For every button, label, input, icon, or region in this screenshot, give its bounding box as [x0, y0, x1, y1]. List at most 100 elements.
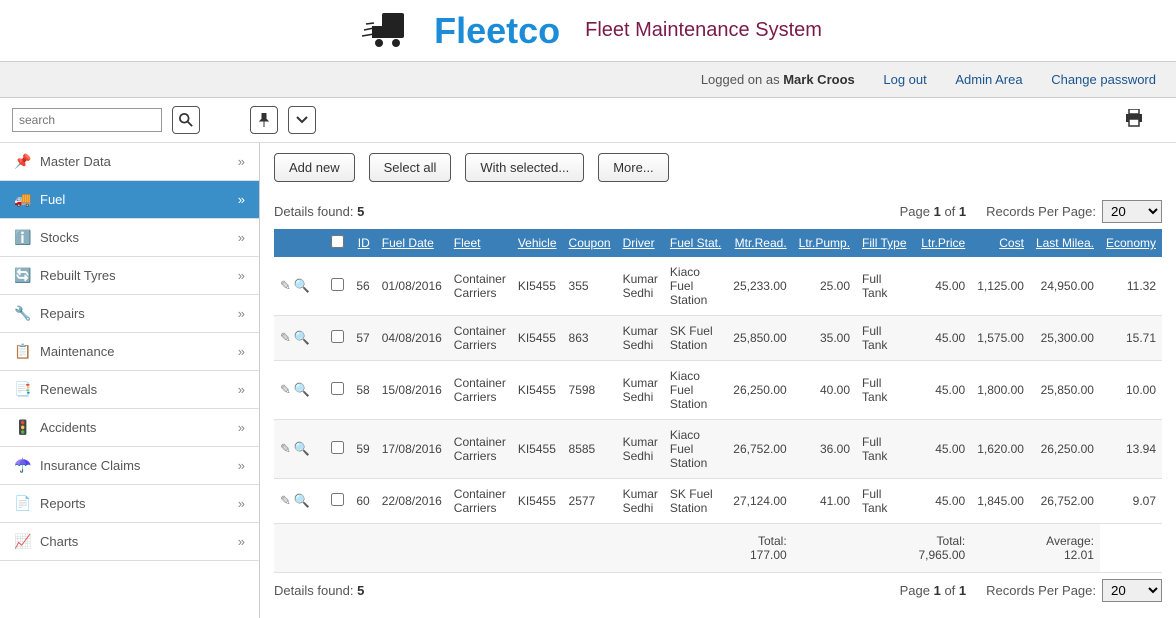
sidebar-item-stocks[interactable]: ℹ️Stocks»	[0, 219, 259, 257]
row-checkbox[interactable]	[331, 330, 344, 343]
sidebar-item-fuel[interactable]: 🚚Fuel»	[0, 181, 259, 219]
print-button[interactable]	[1124, 109, 1144, 132]
view-icon[interactable]: 🔍	[294, 441, 310, 456]
sidebar-icon: ☂️	[14, 457, 32, 474]
search-icon	[179, 113, 193, 127]
col-fill-type[interactable]: Fill Type	[856, 229, 912, 257]
cell-ltr-price: 45.00	[913, 479, 972, 524]
cell-mtr-read: 25,850.00	[727, 316, 792, 361]
cell-ltr-pump: 35.00	[793, 316, 856, 361]
edit-icon[interactable]: ✎	[280, 382, 291, 397]
view-icon[interactable]: 🔍	[294, 330, 310, 345]
search-button[interactable]	[172, 106, 200, 134]
totals-row: Total:177.00Total:7,965.00Average:12.01	[274, 524, 1162, 573]
cell-economy: 15.71	[1100, 316, 1162, 361]
chevron-right-icon: »	[238, 268, 245, 283]
add-new-button[interactable]: Add new	[274, 153, 355, 182]
cell-driver: Kumar Sedhi	[617, 479, 664, 524]
cell-fuel-stat: Kiaco Fuel Station	[664, 361, 727, 420]
cell-vehicle: KI5455	[512, 257, 563, 316]
col-driver[interactable]: Driver	[617, 229, 664, 257]
chevron-right-icon: »	[238, 192, 245, 207]
select-all-button[interactable]: Select all	[369, 153, 452, 182]
sidebar-item-insurance-claims[interactable]: ☂️Insurance Claims»	[0, 447, 259, 485]
logo-text: Fleetco	[434, 10, 560, 52]
pin-button[interactable]	[250, 106, 278, 134]
cell-economy: 13.94	[1100, 420, 1162, 479]
col-cost[interactable]: Cost	[971, 229, 1030, 257]
logout-link[interactable]: Log out	[883, 72, 926, 87]
search-input[interactable]	[12, 108, 162, 132]
change-password-link[interactable]: Change password	[1051, 72, 1156, 87]
cell-economy: 9.07	[1100, 479, 1162, 524]
cell-ltr-pump: 40.00	[793, 361, 856, 420]
sidebar-item-reports[interactable]: 📄Reports»	[0, 485, 259, 523]
col-coupon[interactable]: Coupon	[563, 229, 617, 257]
sidebar-item-rebuilt-tyres[interactable]: 🔄Rebuilt Tyres»	[0, 257, 259, 295]
sidebar-item-charts[interactable]: 📈Charts»	[0, 523, 259, 561]
info-bar-bottom: Details found: 5 Page 1 of 1 Records Per…	[274, 573, 1162, 608]
col-ltr-price[interactable]: Ltr.Price	[913, 229, 972, 257]
admin-area-link[interactable]: Admin Area	[955, 72, 1022, 87]
sidebar-item-label: Master Data	[40, 154, 238, 169]
select-all-checkbox[interactable]	[331, 235, 344, 248]
row-checkbox[interactable]	[331, 493, 344, 506]
col-fuel-stat[interactable]: Fuel Stat.	[664, 229, 727, 257]
sidebar-icon: 🔧	[14, 305, 32, 322]
sidebar-icon: 📌	[14, 153, 32, 170]
chevron-right-icon: »	[238, 230, 245, 245]
cell-economy: 10.00	[1100, 361, 1162, 420]
cell-driver: Kumar Sedhi	[617, 361, 664, 420]
view-icon[interactable]: 🔍	[294, 382, 310, 397]
cell-id: 60	[350, 479, 375, 524]
cell-fuel-date: 04/08/2016	[376, 316, 448, 361]
cell-mtr-read: 26,250.00	[727, 361, 792, 420]
table-row: ✎🔍 56 01/08/2016 Container Carriers KI54…	[274, 257, 1162, 316]
col-mtr-read[interactable]: Mtr.Read.	[727, 229, 792, 257]
edit-icon[interactable]: ✎	[280, 441, 291, 456]
cell-vehicle: KI5455	[512, 361, 563, 420]
chevron-right-icon: »	[238, 382, 245, 397]
sidebar-item-master-data[interactable]: 📌Master Data»	[0, 143, 259, 181]
cell-driver: Kumar Sedhi	[617, 316, 664, 361]
records-per-page-select-bottom[interactable]: 20	[1102, 579, 1162, 602]
sidebar-item-repairs[interactable]: 🔧Repairs»	[0, 295, 259, 333]
sidebar-item-label: Fuel	[40, 192, 238, 207]
toolbar	[0, 98, 1176, 143]
table-row: ✎🔍 59 17/08/2016 Container Carriers KI54…	[274, 420, 1162, 479]
sidebar-item-accidents[interactable]: 🚦Accidents»	[0, 409, 259, 447]
cell-fill-type: Full Tank	[856, 316, 912, 361]
edit-icon[interactable]: ✎	[280, 330, 291, 345]
col-fleet[interactable]: Fleet	[448, 229, 512, 257]
cell-cost: 1,845.00	[971, 479, 1030, 524]
col-id[interactable]: ID	[350, 229, 375, 257]
truck-logo-icon	[354, 8, 424, 53]
col-ltr-pump[interactable]: Ltr.Pump.	[793, 229, 856, 257]
with-selected-button[interactable]: With selected...	[465, 153, 584, 182]
cell-fleet: Container Carriers	[448, 420, 512, 479]
sidebar-item-renewals[interactable]: 📑Renewals»	[0, 371, 259, 409]
page-info: Page 1 of 1	[900, 204, 967, 219]
records-per-page-select[interactable]: 20	[1102, 200, 1162, 223]
col-fuel-date[interactable]: Fuel Date	[376, 229, 448, 257]
edit-icon[interactable]: ✎	[280, 493, 291, 508]
col-vehicle[interactable]: Vehicle	[512, 229, 563, 257]
more-button[interactable]: More...	[598, 153, 668, 182]
dropdown-button[interactable]	[288, 106, 316, 134]
row-checkbox[interactable]	[331, 441, 344, 454]
records-per-page-label: Records Per Page:	[986, 204, 1096, 219]
row-checkbox[interactable]	[331, 382, 344, 395]
col-last-milea[interactable]: Last Milea.	[1030, 229, 1100, 257]
cell-vehicle: KI5455	[512, 420, 563, 479]
chevron-right-icon: »	[238, 496, 245, 511]
cell-ltr-pump: 41.00	[793, 479, 856, 524]
row-checkbox[interactable]	[331, 278, 344, 291]
sidebar-icon: ℹ️	[14, 229, 32, 246]
view-icon[interactable]: 🔍	[294, 493, 310, 508]
edit-icon[interactable]: ✎	[280, 278, 291, 293]
col-economy[interactable]: Economy	[1100, 229, 1162, 257]
cell-id: 56	[350, 257, 375, 316]
sidebar-item-maintenance[interactable]: 📋Maintenance»	[0, 333, 259, 371]
view-icon[interactable]: 🔍	[294, 278, 310, 293]
chevron-right-icon: »	[238, 306, 245, 321]
